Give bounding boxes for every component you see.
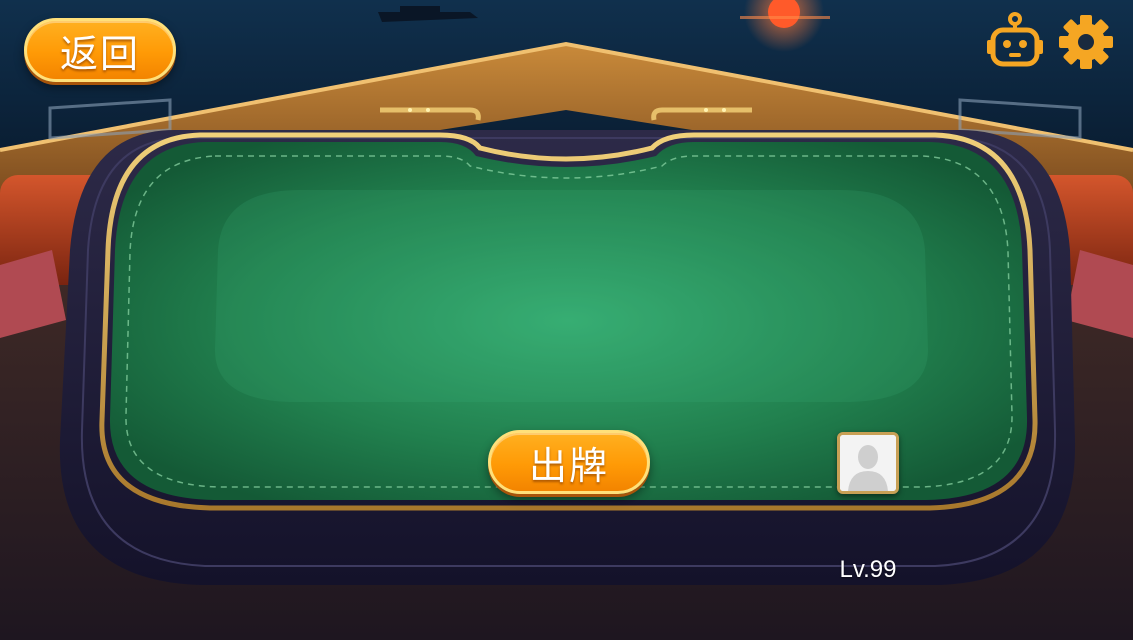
back-button[interactable]: 返回 (24, 18, 176, 82)
player-level: Lv.99 (839, 556, 897, 583)
game-scene: 返回 出牌 Lv.99 (0, 0, 1133, 640)
gear-icon[interactable] (1058, 14, 1114, 70)
user-placeholder-icon (840, 435, 896, 491)
table-backdrop (0, 0, 1133, 640)
robot-icon[interactable] (985, 12, 1045, 70)
player-avatar[interactable] (837, 432, 899, 494)
play-cards-button[interactable]: 出牌 (488, 430, 650, 494)
